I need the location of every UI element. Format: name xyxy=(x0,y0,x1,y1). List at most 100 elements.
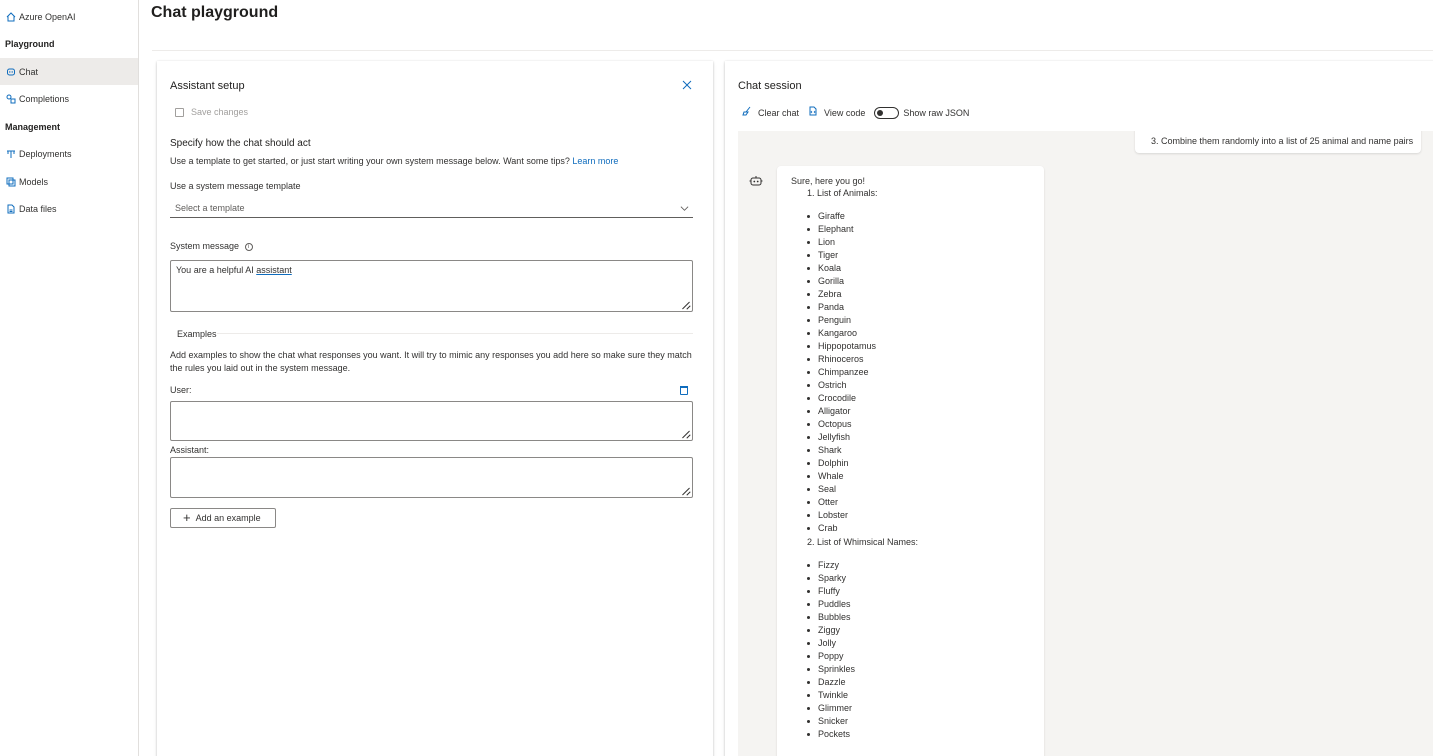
chat-session-title: Chat session xyxy=(738,80,802,92)
list-item: Shark xyxy=(807,444,1030,457)
examples-divider xyxy=(217,333,693,334)
list-item: Koala xyxy=(807,262,1030,275)
resize-handle[interactable] xyxy=(682,301,690,309)
list-item: Otter xyxy=(807,496,1030,509)
clear-chat-button[interactable]: Clear chat xyxy=(742,106,799,119)
nav-completions-label: Completions xyxy=(19,93,70,104)
code-icon xyxy=(808,106,818,119)
list-item: Crocodile xyxy=(807,392,1030,405)
left-nav: Azure OpenAI Playground Chat Completions… xyxy=(0,0,139,756)
learn-more-link[interactable]: Learn more xyxy=(572,156,618,166)
specify-description: Use a template to get started, or just s… xyxy=(170,156,618,166)
list-item: Pockets xyxy=(807,728,1030,741)
system-message-label-text: System message xyxy=(170,241,240,251)
home-icon xyxy=(6,11,16,22)
user-example-label: User: xyxy=(170,385,192,395)
list-item: Tiger xyxy=(807,249,1030,262)
list-item: Ostrich xyxy=(807,379,1030,392)
system-message-text: You are a helpful AI xyxy=(176,265,257,275)
animals-list-heading: 1. List of Animals: xyxy=(807,188,878,198)
assistant-message: Sure, here you go! 1. List of Animals: G… xyxy=(777,166,1044,756)
page-title: Chat playground xyxy=(151,4,279,21)
assistant-example-input[interactable] xyxy=(170,457,693,498)
list-item: Puddles xyxy=(807,598,1030,611)
header-divider xyxy=(152,50,1433,51)
deployments-icon xyxy=(6,149,16,159)
save-changes-button[interactable]: Save changes xyxy=(175,107,248,117)
clear-chat-label: Clear chat xyxy=(758,107,800,118)
nav-chat[interactable]: Chat xyxy=(0,58,138,85)
resize-handle[interactable] xyxy=(682,430,690,438)
list-item: Octopus xyxy=(807,418,1030,431)
examples-heading: Examples xyxy=(177,329,217,339)
save-changes-label: Save changes xyxy=(191,107,249,117)
nav-chat-label: Chat xyxy=(19,66,39,77)
completions-icon xyxy=(6,94,16,104)
view-code-button[interactable]: View code xyxy=(808,106,865,119)
save-icon xyxy=(175,107,184,117)
list-item: Snicker xyxy=(807,715,1030,728)
close-icon[interactable] xyxy=(681,79,693,91)
chat-toolbar: Clear chat View code Show raw JSON xyxy=(742,106,978,119)
chat-session-panel: Chat session Clear chat View code Show r… xyxy=(725,61,1433,756)
list-item: Seal xyxy=(807,483,1030,496)
nav-azure-openai-label: Azure OpenAI xyxy=(19,11,76,22)
list-item: Fizzy xyxy=(807,559,1030,572)
nav-deployments[interactable]: Deployments xyxy=(0,140,138,167)
list-item: Sprinkles xyxy=(807,663,1030,676)
specify-text: Use a template to get started, or just s… xyxy=(170,156,570,166)
nav-azure-openai[interactable]: Azure OpenAI xyxy=(0,3,138,30)
list-item: Rhinoceros xyxy=(807,353,1030,366)
list-item: Bubbles xyxy=(807,611,1030,624)
nav-completions[interactable]: Completions xyxy=(0,85,138,112)
toggle-switch[interactable] xyxy=(874,106,900,119)
nav-models[interactable]: Models xyxy=(0,168,138,195)
user-message-text: 3. Combine them randomly into a list of … xyxy=(1151,136,1414,146)
list-item: Fluffy xyxy=(807,585,1030,598)
bot-icon xyxy=(749,174,763,188)
list-item: Twinkle xyxy=(807,689,1030,702)
list-item: Poppy xyxy=(807,650,1030,663)
list-item: Sparky xyxy=(807,572,1030,585)
toggle-knob xyxy=(877,109,884,116)
template-select-value: Select a template xyxy=(175,203,245,213)
user-message: 3. Combine them randomly into a list of … xyxy=(1135,131,1421,153)
add-example-button[interactable]: + Add an example xyxy=(170,508,276,528)
chat-messages-area[interactable]: 3. Combine them randomly into a list of … xyxy=(738,131,1433,756)
nav-data-files[interactable]: Data files xyxy=(0,195,138,222)
specify-heading: Specify how the chat should act xyxy=(170,138,311,149)
list-item: Panda xyxy=(807,301,1030,314)
list-item: Chimpanzee xyxy=(807,366,1030,379)
names-list-heading: 2. List of Whimsical Names: xyxy=(807,537,919,547)
list-item: Kangaroo xyxy=(807,327,1030,340)
system-message-input[interactable]: You are a helpful AI assistant xyxy=(170,260,693,312)
list-item: Zebra xyxy=(807,288,1030,301)
list-item: Glimmer xyxy=(807,702,1030,715)
assistant-example-label: Assistant: xyxy=(170,445,210,455)
plus-icon: + xyxy=(183,510,191,525)
list-item: Lion xyxy=(807,236,1030,249)
system-message-label: System message i xyxy=(170,241,253,251)
trash-icon[interactable] xyxy=(680,386,688,395)
broom-icon xyxy=(742,106,752,119)
view-code-label: View code xyxy=(824,107,866,118)
list-item: Lobster xyxy=(807,509,1030,522)
nav-section-management: Management xyxy=(5,122,61,132)
user-example-input[interactable] xyxy=(170,401,693,441)
chat-icon xyxy=(6,67,16,77)
nav-deployments-label: Deployments xyxy=(19,148,72,159)
nav-data-files-label: Data files xyxy=(19,203,57,214)
list-item: Alligator xyxy=(807,405,1030,418)
list-item: Penguin xyxy=(807,314,1030,327)
list-item: Jolly xyxy=(807,637,1030,650)
show-raw-json-toggle[interactable]: Show raw JSON xyxy=(874,106,969,119)
list-item: Ziggy xyxy=(807,624,1030,637)
template-select[interactable]: Select a template xyxy=(170,200,693,218)
resize-handle[interactable] xyxy=(682,487,690,495)
list-item: Crab xyxy=(807,522,1030,535)
assistant-setup-panel: Assistant setup Save changes Specify how… xyxy=(157,61,713,756)
list-item: Gorilla xyxy=(807,275,1030,288)
info-icon[interactable]: i xyxy=(244,242,253,251)
examples-description: Add examples to show the chat what respo… xyxy=(170,350,692,373)
list-item: Jellyfish xyxy=(807,431,1030,444)
